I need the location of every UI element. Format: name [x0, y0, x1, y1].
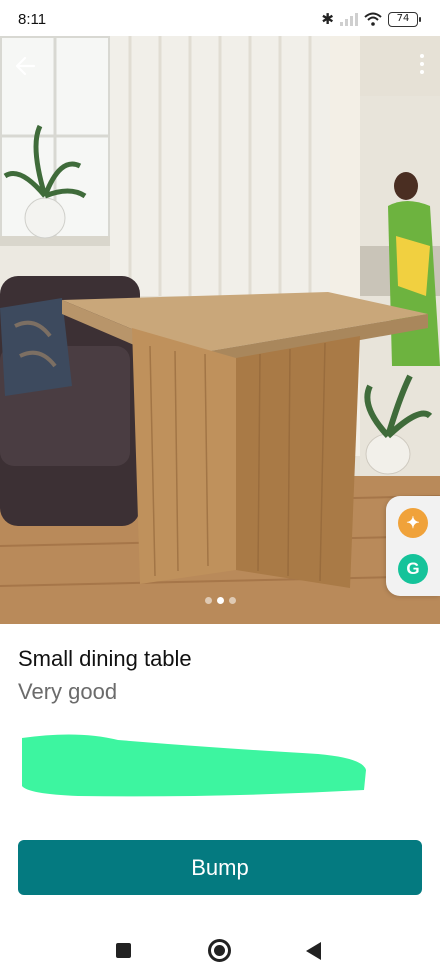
- pagination-dot[interactable]: [204, 597, 212, 604]
- battery-icon: 74: [388, 11, 421, 27]
- item-condition: Very good: [18, 679, 118, 704]
- recents-square-icon[interactable]: [116, 943, 131, 958]
- bump-button[interactable]: Bump: [18, 840, 422, 895]
- pagination-dot[interactable]: [228, 597, 236, 604]
- status-bar: 8:11 ✱ 74: [0, 0, 440, 36]
- wifi-icon: [364, 12, 382, 26]
- more-options-icon[interactable]: [418, 54, 426, 80]
- grammarly-icon[interactable]: G: [398, 554, 428, 584]
- system-nav-bar: [0, 922, 440, 978]
- accessibility-icon[interactable]: ✦: [398, 508, 428, 538]
- listing-photo[interactable]: [0, 36, 440, 624]
- home-circle-icon[interactable]: [208, 939, 231, 962]
- signal-icon: [340, 12, 358, 26]
- redaction-mark: [22, 734, 366, 797]
- pagination-dot-active[interactable]: [216, 597, 224, 604]
- back-arrow-icon[interactable]: [12, 52, 40, 80]
- photo-pagination: [0, 597, 440, 604]
- floating-side-widget: ✦ G: [386, 496, 440, 596]
- bluetooth-icon: ✱: [321, 11, 334, 28]
- status-icons: ✱ 74: [321, 10, 421, 28]
- item-title: Small dining table: [18, 646, 192, 671]
- photo-image: [0, 36, 440, 624]
- back-triangle-icon[interactable]: [306, 942, 321, 960]
- status-time: 8:11: [18, 11, 47, 28]
